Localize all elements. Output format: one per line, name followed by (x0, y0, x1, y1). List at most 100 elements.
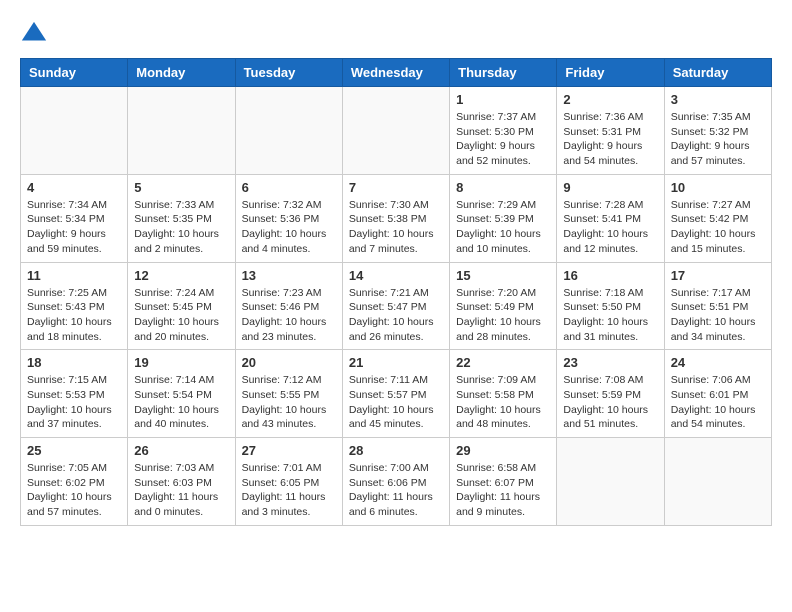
day-info: Sunrise: 7:09 AMSunset: 5:58 PMDaylight:… (456, 373, 550, 432)
calendar-cell: 13 Sunrise: 7:23 AMSunset: 5:46 PMDayligh… (235, 262, 342, 350)
calendar-cell: 6Sunrise: 7:32 AMSunset: 5:36 PMDaylight… (235, 174, 342, 262)
day-info: Sunrise: 7:20 AMSunset: 5:49 PMDaylight:… (456, 286, 550, 345)
calendar-cell: 12Sunrise: 7:24 AMSunset: 5:45 PMDayligh… (128, 262, 235, 350)
weekday-header-thursday: Thursday (450, 59, 557, 87)
day-info: Sunrise: 7:06 AMSunset: 6:01 PMDaylight:… (671, 373, 765, 432)
day-number: 16 (563, 268, 657, 283)
calendar-cell: 28 Sunrise: 7:00 AMSunset: 6:06 PMDayligh… (342, 438, 449, 526)
day-info: Sunrise: 7:36 AMSunset: 5:31 PMDaylight:… (563, 110, 657, 169)
day-info: Sunrise: 7:29 AMSunset: 5:39 PMDaylight:… (456, 198, 550, 257)
day-number: 2 (563, 92, 657, 107)
weekday-header-saturday: Saturday (664, 59, 771, 87)
day-number: 5 (134, 180, 228, 195)
day-info: Sunrise: 7:01 AMSunset: 6:05 PMDaylight:… (242, 461, 336, 520)
calendar-cell (664, 438, 771, 526)
day-number: 29 (456, 443, 550, 458)
day-info: Sunrise: 7:21 AMSunset: 5:47 PMDaylight:… (349, 286, 443, 345)
day-number: 3 (671, 92, 765, 107)
day-number: 28 (349, 443, 443, 458)
logo-icon (20, 20, 48, 48)
calendar-cell: 24 Sunrise: 7:06 AMSunset: 6:01 PMDayligh… (664, 350, 771, 438)
calendar-cell: 16Sunrise: 7:18 AMSunset: 5:50 PMDayligh… (557, 262, 664, 350)
calendar-cell: 29 Sunrise: 6:58 AMSunset: 6:07 PMDayligh… (450, 438, 557, 526)
calendar-cell: 22 Sunrise: 7:09 AMSunset: 5:58 PMDayligh… (450, 350, 557, 438)
day-number: 6 (242, 180, 336, 195)
calendar-cell: 27 Sunrise: 7:01 AMSunset: 6:05 PMDayligh… (235, 438, 342, 526)
calendar-cell: 9 Sunrise: 7:28 AMSunset: 5:41 PMDaylight… (557, 174, 664, 262)
day-info: Sunrise: 7:25 AMSunset: 5:43 PMDaylight:… (27, 286, 121, 345)
day-info: Sunrise: 7:14 AMSunset: 5:54 PMDaylight:… (134, 373, 228, 432)
day-number: 19 (134, 355, 228, 370)
calendar-cell: 21 Sunrise: 7:11 AMSunset: 5:57 PMDayligh… (342, 350, 449, 438)
day-number: 12 (134, 268, 228, 283)
calendar-cell: 2 Sunrise: 7:36 AMSunset: 5:31 PMDaylight… (557, 87, 664, 175)
calendar-cell: 26 Sunrise: 7:03 AMSunset: 6:03 PMDayligh… (128, 438, 235, 526)
day-info: Sunrise: 7:17 AMSunset: 5:51 PMDaylight:… (671, 286, 765, 345)
day-number: 8 (456, 180, 550, 195)
calendar-cell: 4Sunrise: 7:34 AMSunset: 5:34 PMDaylight… (21, 174, 128, 262)
day-number: 14 (349, 268, 443, 283)
calendar-cell: 7Sunrise: 7:30 AMSunset: 5:38 PMDaylight… (342, 174, 449, 262)
calendar-week-3: 11 Sunrise: 7:25 AMSunset: 5:43 PMDayligh… (21, 262, 772, 350)
calendar-cell: 8 Sunrise: 7:29 AMSunset: 5:39 PMDaylight… (450, 174, 557, 262)
calendar-table: SundayMondayTuesdayWednesdayThursdayFrid… (20, 58, 772, 526)
calendar-cell: 25Sunrise: 7:05 AMSunset: 6:02 PMDayligh… (21, 438, 128, 526)
calendar-week-5: 25Sunrise: 7:05 AMSunset: 6:02 PMDayligh… (21, 438, 772, 526)
day-info: Sunrise: 7:23 AMSunset: 5:46 PMDaylight:… (242, 286, 336, 345)
day-info: Sunrise: 7:34 AMSunset: 5:34 PMDaylight:… (27, 198, 121, 257)
calendar-header-row: SundayMondayTuesdayWednesdayThursdayFrid… (21, 59, 772, 87)
calendar-cell (235, 87, 342, 175)
calendar-cell: 17 Sunrise: 7:17 AMSunset: 5:51 PMDayligh… (664, 262, 771, 350)
calendar-week-2: 4Sunrise: 7:34 AMSunset: 5:34 PMDaylight… (21, 174, 772, 262)
day-info: Sunrise: 7:00 AMSunset: 6:06 PMDaylight:… (349, 461, 443, 520)
calendar-week-4: 18 Sunrise: 7:15 AMSunset: 5:53 PMDayligh… (21, 350, 772, 438)
day-number: 17 (671, 268, 765, 283)
day-info: Sunrise: 7:37 AMSunset: 5:30 PMDaylight:… (456, 110, 550, 169)
day-number: 27 (242, 443, 336, 458)
day-info: Sunrise: 7:08 AMSunset: 5:59 PMDaylight:… (563, 373, 657, 432)
day-info: Sunrise: 7:03 AMSunset: 6:03 PMDaylight:… (134, 461, 228, 520)
calendar-cell (557, 438, 664, 526)
day-info: Sunrise: 7:15 AMSunset: 5:53 PMDaylight:… (27, 373, 121, 432)
calendar-week-1: 1 Sunrise: 7:37 AMSunset: 5:30 PMDaylight… (21, 87, 772, 175)
calendar-cell: 14 Sunrise: 7:21 AMSunset: 5:47 PMDayligh… (342, 262, 449, 350)
day-info: Sunrise: 7:27 AMSunset: 5:42 PMDaylight:… (671, 198, 765, 257)
day-number: 9 (563, 180, 657, 195)
day-number: 22 (456, 355, 550, 370)
calendar-cell: 5 Sunrise: 7:33 AMSunset: 5:35 PMDaylight… (128, 174, 235, 262)
calendar-cell: 19 Sunrise: 7:14 AMSunset: 5:54 PMDayligh… (128, 350, 235, 438)
day-number: 24 (671, 355, 765, 370)
day-info: Sunrise: 7:11 AMSunset: 5:57 PMDaylight:… (349, 373, 443, 432)
calendar-cell: 23 Sunrise: 7:08 AMSunset: 5:59 PMDayligh… (557, 350, 664, 438)
day-number: 21 (349, 355, 443, 370)
day-info: Sunrise: 7:28 AMSunset: 5:41 PMDaylight:… (563, 198, 657, 257)
day-number: 23 (563, 355, 657, 370)
calendar-cell: 3Sunrise: 7:35 AMSunset: 5:32 PMDaylight… (664, 87, 771, 175)
calendar-cell: 11 Sunrise: 7:25 AMSunset: 5:43 PMDayligh… (21, 262, 128, 350)
calendar-cell (21, 87, 128, 175)
weekday-header-friday: Friday (557, 59, 664, 87)
calendar-cell: 15 Sunrise: 7:20 AMSunset: 5:49 PMDayligh… (450, 262, 557, 350)
day-info: Sunrise: 7:33 AMSunset: 5:35 PMDaylight:… (134, 198, 228, 257)
day-number: 20 (242, 355, 336, 370)
day-number: 26 (134, 443, 228, 458)
day-number: 13 (242, 268, 336, 283)
day-number: 1 (456, 92, 550, 107)
weekday-header-sunday: Sunday (21, 59, 128, 87)
day-info: Sunrise: 7:30 AMSunset: 5:38 PMDaylight:… (349, 198, 443, 257)
calendar-cell: 1 Sunrise: 7:37 AMSunset: 5:30 PMDaylight… (450, 87, 557, 175)
weekday-header-wednesday: Wednesday (342, 59, 449, 87)
calendar-cell: 18 Sunrise: 7:15 AMSunset: 5:53 PMDayligh… (21, 350, 128, 438)
day-info: Sunrise: 6:58 AMSunset: 6:07 PMDaylight:… (456, 461, 550, 520)
weekday-header-tuesday: Tuesday (235, 59, 342, 87)
day-info: Sunrise: 7:05 AMSunset: 6:02 PMDaylight:… (27, 461, 121, 520)
day-number: 10 (671, 180, 765, 195)
day-number: 11 (27, 268, 121, 283)
day-info: Sunrise: 7:12 AMSunset: 5:55 PMDaylight:… (242, 373, 336, 432)
weekday-header-monday: Monday (128, 59, 235, 87)
page-header (20, 20, 772, 48)
logo (20, 20, 52, 48)
day-number: 18 (27, 355, 121, 370)
day-number: 15 (456, 268, 550, 283)
calendar-cell: 10 Sunrise: 7:27 AMSunset: 5:42 PMDayligh… (664, 174, 771, 262)
